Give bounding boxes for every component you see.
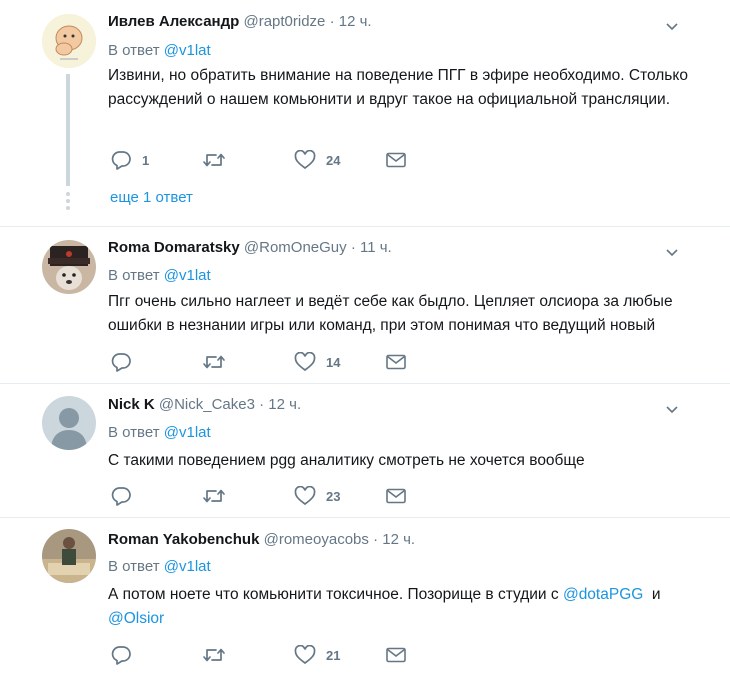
tweet-header: Ивлев Александр @rapt0ridze · 12 ч. [108,13,372,30]
like-button[interactable]: 14 [294,351,340,373]
like-button[interactable]: 24 [294,149,340,171]
reply-icon [111,151,131,170]
user-name[interactable]: Roma Domaratsky [108,239,240,256]
user-handle[interactable]: @RomOneGuy [244,239,347,256]
dm-icon [386,152,406,168]
chevron-down-icon[interactable] [664,244,680,260]
retweet-button[interactable] [202,149,226,171]
user-handle[interactable]: @romeoyacobs [264,531,369,548]
like-count: 14 [326,354,341,370]
tweet-text-part: и [643,586,661,603]
reply-to-prefix: В ответ [108,267,160,284]
reply-to-prefix: В ответ [108,424,160,441]
show-more-replies-link[interactable]: еще 1 ответ [110,189,193,206]
retweet-button[interactable] [202,485,226,507]
action-bar: 21 [110,644,430,666]
user-handle[interactable]: @rapt0ridze [243,13,325,30]
dm-icon [386,488,406,504]
dm-button[interactable] [386,149,406,171]
separator-dot: · [350,239,356,256]
reply-button[interactable] [110,351,132,373]
reply-button[interactable] [110,644,132,666]
tweet-1: Ивлев Александр @rapt0ridze · 12 ч. В от… [0,0,730,226]
like-icon [294,645,316,665]
reply-icon [111,353,131,372]
like-icon [294,150,316,170]
action-bar: 14 [110,351,430,373]
dm-icon [386,647,406,663]
reply-to: В ответ @v1lat [108,558,211,575]
dm-icon [386,354,406,370]
thread-dot [66,192,70,196]
action-bar: 23 [110,485,430,507]
chevron-down-icon[interactable] [664,18,680,34]
tweet-text: Извини, но обратить внимание на поведени… [108,67,688,108]
timestamp[interactable]: 12 ч. [339,13,372,30]
like-count: 23 [326,488,341,504]
separator-dot: · [373,531,379,548]
timestamp[interactable]: 12 ч. [268,396,301,413]
reply-count: 1 [142,152,150,168]
reply-to-mention[interactable]: @v1lat [164,42,211,59]
user-name[interactable]: Nick K [108,396,155,413]
reply-button[interactable] [110,485,132,507]
tweet-text: Пгг очень сильно наглеет и ведёт себе ка… [108,293,673,334]
avatar[interactable] [42,14,96,68]
tweet-4: Roman Yakobenchuk @romeoyacobs · 12 ч. В… [0,518,730,677]
tweet-header: Roman Yakobenchuk @romeoyacobs · 12 ч. [108,531,415,548]
reply-icon [111,487,131,506]
reply-to: В ответ @v1lat [108,42,211,59]
user-handle[interactable]: @Nick_Cake3 [159,396,255,413]
chevron-down-icon[interactable] [664,401,680,417]
tweet-2: Roma Domaratsky @RomOneGuy · 11 ч. В отв… [0,227,730,383]
thread-dot [66,199,70,203]
avatar[interactable] [42,529,96,583]
reply-to-mention[interactable]: @v1lat [164,424,211,441]
tweet-header: Nick K @Nick_Cake3 · 12 ч. [108,396,301,413]
tweet-text: А потом ноете что комьюнити токсичное. П… [108,583,698,631]
like-icon [294,352,316,372]
separator-dot: · [259,396,265,413]
mention-link[interactable]: @Olsior [108,610,164,627]
like-count: 24 [326,152,341,168]
retweet-button[interactable] [202,351,226,373]
reply-icon [111,646,131,665]
thread-line [66,74,70,186]
like-button[interactable]: 23 [294,485,340,507]
reply-to-prefix: В ответ [108,558,160,575]
retweet-icon [203,489,225,503]
dm-button[interactable] [386,351,406,373]
tweet-header: Roma Domaratsky @RomOneGuy · 11 ч. [108,239,392,256]
retweet-icon [203,648,225,662]
reply-button[interactable]: 1 [110,149,149,171]
mention-link[interactable]: @dotaPGG [563,586,643,603]
reply-to-mention[interactable]: @v1lat [164,558,211,575]
avatar[interactable] [42,396,96,450]
retweet-icon [203,355,225,369]
tweet-3: Nick K @Nick_Cake3 · 12 ч. В ответ @v1la… [0,384,730,517]
like-icon [294,486,316,506]
reply-to: В ответ @v1lat [108,424,211,441]
user-name[interactable]: Ивлев Александр [108,13,239,30]
reply-to-mention[interactable]: @v1lat [164,267,211,284]
user-name[interactable]: Roman Yakobenchuk [108,531,259,548]
action-bar: 1 24 [110,149,430,171]
avatar[interactable] [42,240,96,294]
dm-button[interactable] [386,485,406,507]
retweet-button[interactable] [202,644,226,666]
timestamp[interactable]: 11 ч. [360,239,392,256]
thread-dot [66,206,70,210]
dm-button[interactable] [386,644,406,666]
tweet-text: С такими поведением pgg аналитику смотре… [108,452,585,469]
tweet-text-part: А потом ноете что комьюнити токсичное. П… [108,586,563,603]
reply-to: В ответ @v1lat [108,267,211,284]
reply-to-prefix: В ответ [108,42,160,59]
retweet-icon [203,153,225,167]
like-button[interactable]: 21 [294,644,340,666]
like-count: 21 [326,647,341,663]
timestamp[interactable]: 12 ч. [382,531,415,548]
separator-dot: · [329,13,335,30]
